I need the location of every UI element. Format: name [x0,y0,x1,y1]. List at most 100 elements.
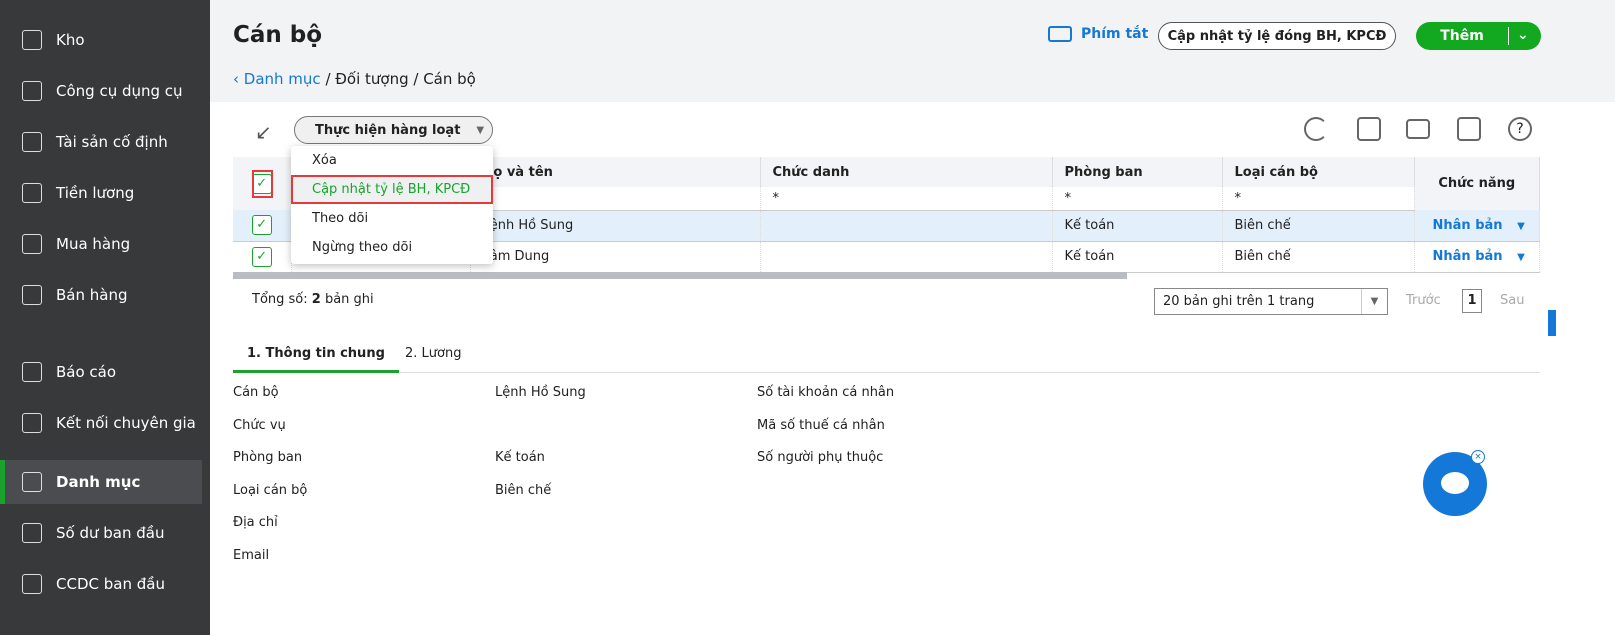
sidebar-item[interactable]: Tài sản cố định [0,120,202,164]
bulk-label: Thực hiện hàng loạt [315,122,461,138]
email-icon[interactable] [1406,119,1430,139]
detail-tabs: 1. Thông tin chung 2. Lương [233,337,1540,373]
print-icon[interactable] [1457,117,1481,141]
col-dept[interactable]: Phòng ban [1052,157,1223,187]
tools-icon [22,81,42,101]
field-value: Lệnh Hồ Sung [495,385,586,400]
sidebar-item-label: Bán hàng [56,286,128,304]
shortcut-link[interactable]: Phím tắt [1081,26,1148,42]
caret-down-icon: ▼ [476,124,485,136]
cell-dept: Kế toán [1052,210,1223,242]
list-icon [22,472,42,492]
duplicate-action[interactable]: Nhân bản ▼ [1414,210,1540,242]
page-size-select[interactable]: 20 bản ghi trên 1 trang ▼ [1154,288,1388,315]
sidebar-item[interactable]: Danh mục [0,460,202,504]
chart-icon [22,362,42,382]
horizontal-scrollbar[interactable] [233,272,1127,279]
highlight-box [252,170,273,198]
filter-title[interactable]: * [760,187,1053,211]
field-value: Kế toán [495,450,545,466]
menu-item-delete[interactable]: Xóa [291,146,493,175]
sidebar-item-label: Kết nối chuyên gia [56,414,196,432]
tab-general[interactable]: 1. Thông tin chung [233,337,399,373]
collapse-arrow-icon[interactable]: ↙ [255,120,272,144]
prev-page[interactable]: Trước [1406,293,1441,308]
expert-icon [22,413,42,433]
field-label: Mã số thuế cá nhân [757,417,885,433]
add-button[interactable]: Thêm ⌄ [1416,22,1541,50]
col-name[interactable]: Họ và tên [470,157,761,187]
row-checkbox[interactable]: ✓ [251,246,272,267]
menu-item-unfollow[interactable]: Ngừng theo dõi [291,233,493,262]
field-label: Chức vụ [233,417,286,433]
tools-doc-icon [22,574,42,594]
warehouse-icon [22,30,42,50]
caret-down-icon: ▼ [1361,289,1387,314]
salary-icon [22,183,42,203]
breadcrumb-path: / Đối tượng / Cán bộ [325,70,476,88]
cell-type: Biên chế [1222,210,1415,242]
field-label: Cán bộ [233,385,279,400]
close-icon[interactable]: × [1471,450,1485,464]
filter-name[interactable] [470,187,761,211]
sidebar-item-label: Báo cáo [56,363,117,381]
update-insurance-rate-button[interactable]: Cập nhật tỷ lệ đóng BH, KPCĐ [1158,22,1396,50]
next-page[interactable]: Sau [1500,293,1524,308]
sidebar-item[interactable]: Công cụ dụng cụ [0,69,202,113]
bag-icon [22,234,42,254]
sidebar-item[interactable]: Tiền lương [0,171,202,215]
sidebar-item-label: Tài sản cố định [56,133,168,151]
field-label: Loại cán bộ [233,482,308,498]
field-label: Phòng ban [233,450,303,466]
chevron-down-icon[interactable]: ⌄ [1508,27,1529,45]
refresh-icon[interactable] [1304,117,1328,141]
chat-button[interactable]: × [1423,450,1487,516]
sidebar-item-label: Số dư ban đầu [56,524,165,542]
help-icon[interactable]: ? [1508,117,1532,141]
field-label: Số người phụ thuộc [757,450,884,466]
breadcrumb: ‹ Danh mục / Đối tượng / Cán bộ [233,70,476,88]
field-label: Email [233,548,270,563]
sidebar-item-label: Danh mục [56,473,141,491]
cell-dept: Kế toán [1052,241,1223,273]
col-actions: Chức năng [1414,157,1540,210]
row-checkbox[interactable]: ✓ [251,215,272,236]
sidebar-item[interactable]: Số dư ban đầu [0,511,202,555]
menu-item-update-rate[interactable]: Cập nhật tỷ lệ BH, KPCĐ [291,175,493,204]
cell-title [760,210,1053,242]
sidebar-item[interactable]: CCDC ban đầu [0,562,202,606]
filter-type[interactable]: * [1222,187,1415,211]
cell-name: Lâm Dung [470,241,761,273]
sidebar-item[interactable]: Mua hàng [0,222,202,266]
sidebar-item[interactable]: Kết nối chuyên gia [0,401,202,445]
add-label: Thêm [1440,28,1484,44]
cell-type: Biên chế [1222,241,1415,273]
field-value: Biên chế [495,482,552,498]
breadcrumb-back-link[interactable]: ‹ Danh mục [233,70,321,88]
sidebar-item[interactable]: Kho [0,18,202,62]
bulk-action-menu: Xóa Cập nhật tỷ lệ BH, KPCĐ Theo dõi Ngừ… [291,146,493,264]
sidebar-item-label: Tiền lương [56,184,135,202]
sidebar-item-label: Công cụ dụng cụ [56,82,183,100]
filter-dept[interactable]: * [1052,187,1223,211]
side-panel-toggle[interactable] [1548,310,1556,336]
sidebar-item-label: CCDC ban đầu [56,575,165,593]
sidebar-item-label: Mua hàng [56,235,131,253]
bulk-action-dropdown[interactable]: Thực hiện hàng loạt ▼ [294,116,493,144]
col-title[interactable]: Chức danh [760,157,1053,187]
col-type[interactable]: Loại cán bộ [1222,157,1415,187]
keyboard-icon[interactable] [1048,26,1072,42]
sidebar-item[interactable]: Báo cáo [0,350,202,394]
field-label: Địa chỉ [233,515,278,531]
car-icon [22,132,42,152]
total-records: Tổng số: 2 bản ghi [252,292,374,307]
page-title: Cán bộ [233,22,323,48]
excel-icon[interactable] [1357,117,1381,141]
field-label: Số tài khoản cá nhân [757,385,895,400]
menu-item-follow[interactable]: Theo dõi [291,204,493,233]
sidebar: Kho Công cụ dụng cụ Tài sản cố định Tiền lư… [0,0,210,635]
sidebar-item[interactable]: Bán hàng [0,273,202,317]
duplicate-action[interactable]: Nhân bản ▼ [1414,241,1540,273]
current-page[interactable]: 1 [1462,289,1482,313]
tab-salary[interactable]: 2. Lương [391,337,475,373]
